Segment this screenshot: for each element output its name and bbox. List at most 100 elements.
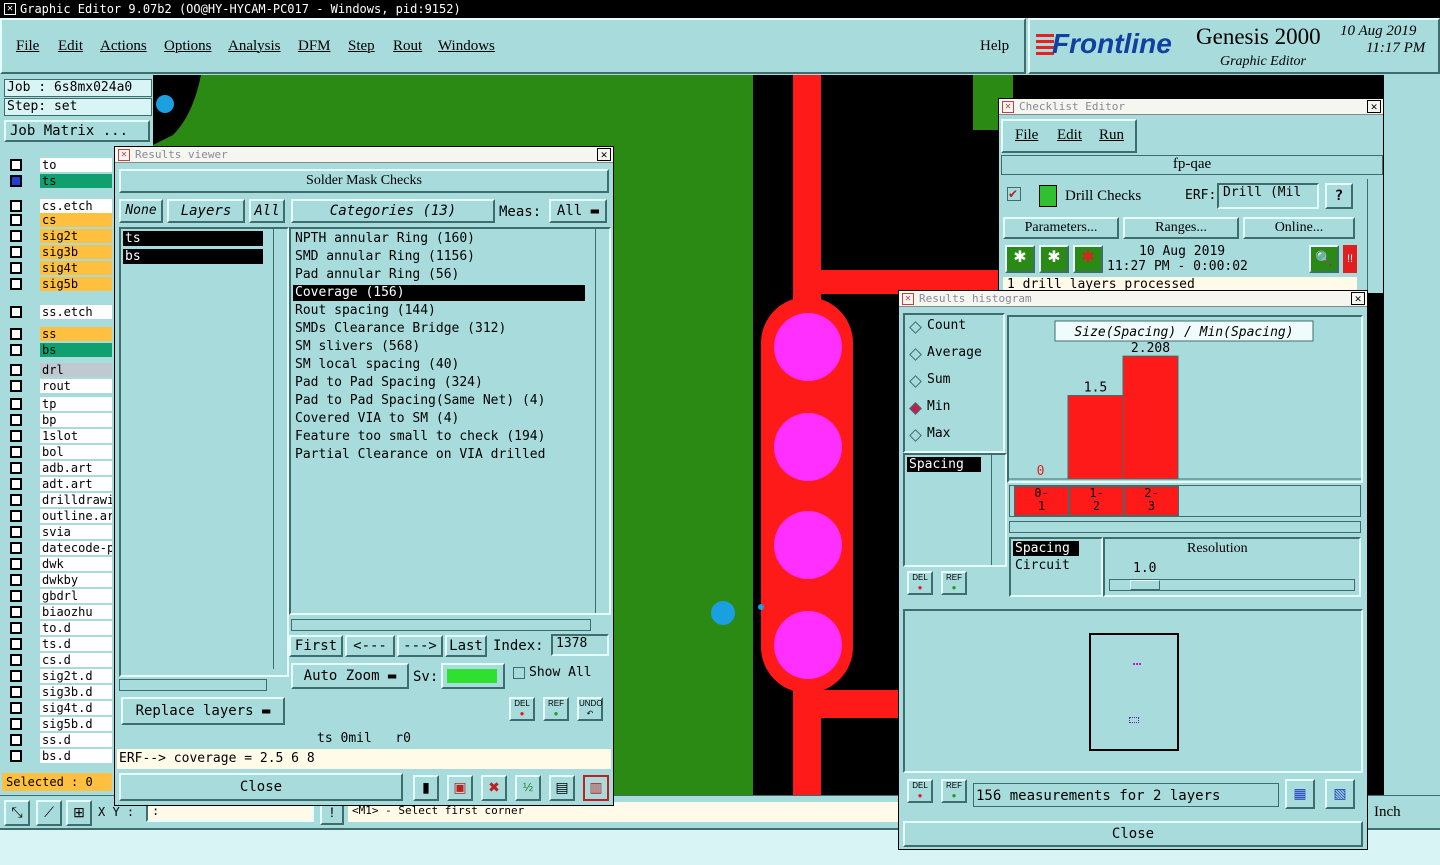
layer-checkbox[interactable]: [10, 494, 22, 506]
layer-results-list[interactable]: ts bs: [119, 227, 289, 677]
hist-ref-button[interactable]: REF ●: [941, 571, 967, 595]
layer-row-adt.art[interactable]: adt.art: [40, 477, 112, 491]
layer-checkbox[interactable]: [10, 159, 22, 171]
bin-cell[interactable]: 0- 1: [1014, 486, 1069, 516]
index-field[interactable]: 1378: [551, 634, 609, 656]
checklist-menu-edit[interactable]: Edit: [1057, 127, 1082, 144]
first-button[interactable]: First: [289, 635, 343, 657]
bin-cell[interactable]: 2- 3: [1124, 486, 1179, 516]
menu-item-analysis[interactable]: Analysis: [228, 38, 281, 55]
ranges-button[interactable]: Ranges...: [1123, 217, 1239, 239]
layer-checkbox[interactable]: [10, 380, 22, 392]
category-item[interactable]: Coverage (156): [293, 285, 585, 301]
layer-checkbox[interactable]: [10, 214, 22, 226]
type-list[interactable]: Spacing Circuit: [1009, 537, 1103, 597]
radio-diamond-icon[interactable]: [909, 375, 922, 388]
mode-sum[interactable]: Sum: [927, 372, 950, 387]
layer-row-ss.etch[interactable]: ss.etch: [40, 305, 112, 319]
histogram-bar[interactable]: [1122, 355, 1179, 480]
hist-hscroll[interactable]: [1009, 521, 1361, 533]
category-item[interactable]: Pad to Pad Spacing(Same Net) (4): [293, 393, 585, 409]
layer-checkbox[interactable]: [10, 328, 22, 340]
bin-cell[interactable]: 1- 2: [1069, 486, 1124, 516]
prev-button[interactable]: <---: [345, 635, 395, 657]
layer-row-bs.d[interactable]: bs.d: [40, 749, 112, 763]
layers-button[interactable]: Layers: [167, 199, 245, 223]
histogram-bar[interactable]: [1067, 395, 1124, 480]
category-hscroll[interactable]: [291, 619, 591, 631]
tool-icon-5[interactable]: ▤: [549, 775, 575, 801]
layer-row-cs.d[interactable]: cs.d: [40, 653, 112, 667]
layer-checkbox[interactable]: [10, 364, 22, 376]
mode-count[interactable]: Count: [927, 318, 966, 333]
results-close-button[interactable]: Close: [119, 773, 403, 801]
layer-checkbox[interactable]: [10, 510, 22, 522]
result-layer-item[interactable]: bs: [123, 249, 263, 264]
categories-button[interactable]: Categories (13): [291, 199, 495, 223]
layer-row-sig4t[interactable]: sig4t: [40, 261, 112, 275]
menu-item-edit[interactable]: Edit: [58, 38, 83, 55]
layer-row-sig3b.d[interactable]: sig3b.d: [40, 685, 112, 699]
layers-none-button[interactable]: None: [119, 199, 163, 223]
layer-list-vscroll[interactable]: [273, 229, 287, 669]
radio-diamond-icon[interactable]: [909, 429, 922, 442]
layer-checkbox[interactable]: [10, 306, 22, 318]
mode-min[interactable]: Min: [927, 399, 950, 414]
preview-ref-button[interactable]: REF ●: [941, 779, 967, 803]
layer-checkbox[interactable]: [10, 734, 22, 746]
del-button[interactable]: DEL ●: [509, 697, 535, 721]
layer-checkbox[interactable]: [10, 478, 22, 490]
last-button[interactable]: Last: [445, 635, 487, 657]
menu-item-windows[interactable]: Windows: [438, 38, 495, 55]
alert-bar-icon[interactable]: !!: [1343, 245, 1357, 273]
menu-item-file[interactable]: File: [16, 38, 39, 55]
grid-icon[interactable]: ⊞: [66, 800, 92, 826]
layer-row-datecode-p[interactable]: datecode-p: [40, 541, 112, 555]
menu-item-rout[interactable]: Rout: [393, 38, 422, 55]
next-button[interactable]: --->: [397, 635, 443, 657]
category-item[interactable]: NPTH annular Ring (160): [293, 231, 585, 247]
show-all-checkbox[interactable]: [513, 667, 525, 679]
layer-row-1slot[interactable]: 1slot: [40, 429, 112, 443]
layer-row-drl[interactable]: drl: [40, 363, 112, 377]
layer-checkbox[interactable]: [10, 750, 22, 762]
layer-checkbox[interactable]: [10, 526, 22, 538]
category-item[interactable]: SMDs Clearance Bridge (312): [293, 321, 585, 337]
layer-row-tp[interactable]: tp: [40, 397, 112, 411]
online-button[interactable]: Online...: [1243, 217, 1355, 239]
sv-select[interactable]: [441, 663, 505, 689]
category-item[interactable]: Covered VIA to SM (4): [293, 411, 585, 427]
run-icon-3[interactable]: ✱: [1073, 245, 1103, 273]
job-matrix-button[interactable]: Job Matrix ...: [4, 120, 150, 142]
layer-checkbox[interactable]: [10, 606, 22, 618]
replace-layers-select[interactable]: Replace layers ▬: [121, 697, 285, 725]
erf-value[interactable]: Drill (Mil: [1217, 183, 1319, 209]
measure-vscroll[interactable]: [991, 455, 1005, 565]
layer-checkbox[interactable]: [10, 686, 22, 698]
chart-zoom-icon[interactable]: ▧: [1325, 779, 1355, 809]
resolution-slider-thumb[interactable]: [1130, 580, 1160, 590]
layer-row-bs[interactable]: bs: [40, 343, 112, 357]
layer-checkbox[interactable]: [10, 622, 22, 634]
results-close-icon[interactable]: ✕: [597, 148, 611, 161]
meas-select[interactable]: All ▬: [549, 199, 607, 223]
check-enabled-icon[interactable]: ✔: [1007, 187, 1021, 201]
layer-row-gbdrl[interactable]: gbdrl: [40, 589, 112, 603]
menu-help[interactable]: Help: [980, 38, 1009, 55]
layer-row-cs[interactable]: cs: [40, 213, 112, 227]
ref-button[interactable]: REF ●: [543, 697, 569, 721]
layer-checkbox[interactable]: [10, 278, 22, 290]
radio-diamond-icon[interactable]: [909, 321, 922, 334]
layer-row-bp[interactable]: bp: [40, 413, 112, 427]
category-item[interactable]: SM local spacing (40): [293, 357, 585, 373]
parameters-button[interactable]: Parameters...: [1003, 217, 1119, 239]
layer-checkbox[interactable]: [10, 558, 22, 570]
layers-all-button[interactable]: All: [249, 199, 285, 223]
histogram-icon[interactable]: ▥: [583, 775, 609, 801]
run-icon-2[interactable]: ✱: [1039, 245, 1069, 273]
layer-row-rout[interactable]: rout: [40, 379, 112, 393]
checklist-vscroll[interactable]: [1367, 179, 1381, 293]
measure-item[interactable]: Spacing: [907, 457, 981, 472]
histogram-close-button[interactable]: Close: [903, 821, 1363, 847]
checklist-close-icon[interactable]: ✕: [1367, 100, 1381, 113]
